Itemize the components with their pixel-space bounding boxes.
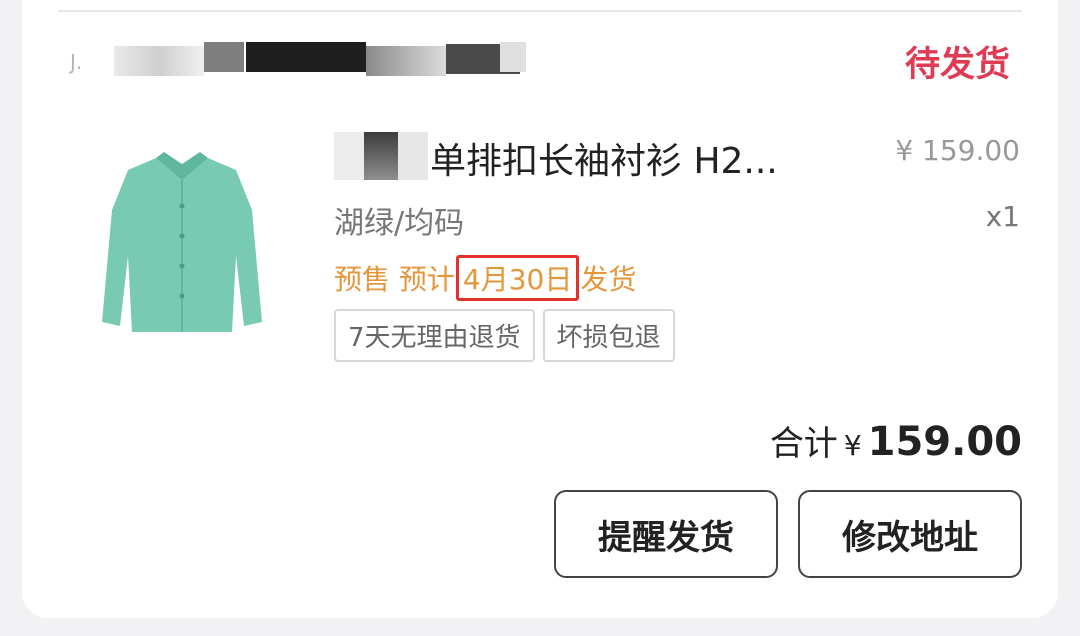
total-currency: ¥ bbox=[843, 429, 862, 462]
total-label: 合计 bbox=[769, 424, 838, 464]
redacted-store-name bbox=[500, 42, 526, 72]
product-image[interactable] bbox=[96, 146, 268, 336]
product-price: ¥ 159.00 bbox=[895, 134, 1020, 167]
product-title: 单排扣长袖衬衫 H2... bbox=[430, 141, 778, 182]
product-variant: 湖绿/均码 bbox=[334, 206, 465, 241]
redacted-brand bbox=[334, 132, 364, 180]
service-tags: 7天无理由退货 坏损包退 bbox=[334, 309, 675, 362]
presale-date-highlight: 4月30日 bbox=[455, 255, 580, 301]
presale-date: 4月30日 bbox=[462, 263, 573, 296]
product-title-row[interactable]: 单排扣长袖衬衫 H2... bbox=[334, 126, 854, 186]
action-buttons: 提醒发货 修改地址 bbox=[554, 490, 1022, 578]
product-quantity: x1 bbox=[985, 200, 1020, 233]
tag-damage-return: 坏损包退 bbox=[542, 309, 675, 362]
redacted-brand bbox=[364, 132, 398, 180]
presale-prefix: 预售 预计 bbox=[334, 263, 455, 296]
shirt-icon bbox=[102, 152, 262, 332]
redacted-store-name bbox=[366, 46, 446, 76]
tag-return-7days: 7天无理由退货 bbox=[334, 309, 535, 362]
redacted-brand bbox=[398, 132, 428, 180]
presale-info: 预售 预计 4月30日 发货 bbox=[334, 255, 636, 301]
redacted-store-name bbox=[204, 42, 244, 72]
edit-address-button[interactable]: 修改地址 bbox=[798, 490, 1022, 578]
remind-shipping-button[interactable]: 提醒发货 bbox=[554, 490, 778, 578]
redacted-store-name bbox=[246, 42, 366, 72]
total-amount: 159.00 bbox=[867, 419, 1022, 465]
store-row[interactable]: J. 待发货 bbox=[70, 36, 1010, 86]
redacted-store-name bbox=[114, 46, 204, 76]
order-total: 合计 ¥159.00 bbox=[770, 416, 1022, 465]
divider bbox=[58, 10, 1022, 12]
presale-suffix: 发货 bbox=[580, 263, 637, 296]
store-name: J. bbox=[70, 50, 83, 74]
order-status: 待发货 bbox=[904, 45, 1010, 85]
